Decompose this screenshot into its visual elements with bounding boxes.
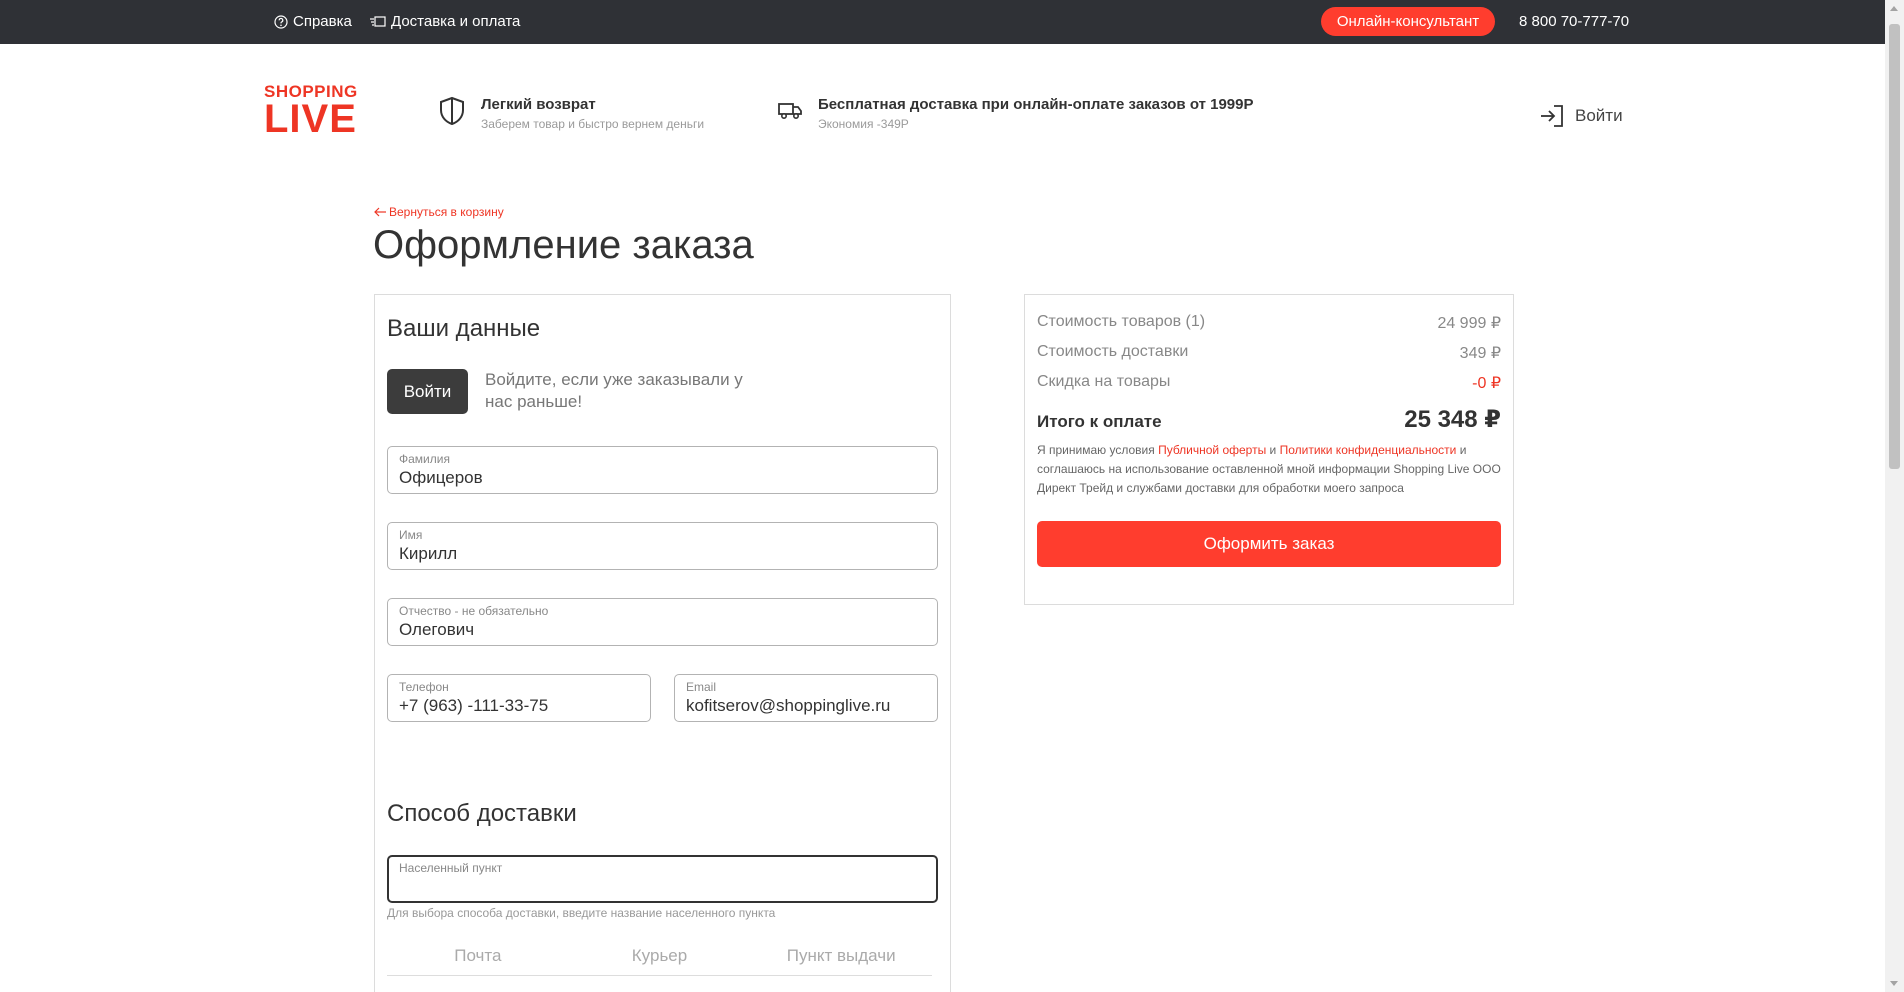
login-hint: Войдите, если уже заказывали у нас раньш…: [485, 370, 743, 411]
terms-text: Я принимаю условия Публичной оферты и По…: [1037, 441, 1503, 498]
logo-text-bottom: LIVE: [264, 97, 357, 141]
help-link[interactable]: Справка: [274, 13, 352, 30]
field-value: Офицеров: [399, 468, 483, 487]
field-label: Населенный пункт: [399, 861, 503, 875]
field-label: Телефон: [399, 680, 449, 694]
city-hint: Для выбора способа доставки, введите наз…: [387, 906, 776, 920]
summary-total: Итого к оплате 25 348 ₽: [1037, 405, 1501, 434]
help-label: Справка: [293, 13, 352, 30]
your-data-title: Ваши данные: [387, 315, 541, 342]
field-value: kofitserov@shoppinglive.ru: [686, 696, 891, 715]
login-button[interactable]: Войти: [387, 369, 468, 414]
delivery-payment-label: Доставка и оплата: [391, 13, 521, 30]
delivery-method-title: Способ доставки: [387, 800, 577, 827]
summary-label: Скидка на товары: [1037, 373, 1171, 390]
email-field[interactable]: Email kofitserov@shoppinglive.ru: [674, 674, 938, 722]
summary-value: 349 ₽: [1459, 345, 1501, 362]
scroll-up-icon[interactable]: [1890, 6, 1898, 11]
shopping-live-logo[interactable]: SHOPPING LIVE: [264, 83, 358, 139]
feature-free-delivery: Бесплатная доставка при онлайн-оплате за…: [778, 96, 1254, 131]
delivery-icon: [370, 15, 386, 28]
public-offer-link[interactable]: Публичной оферты: [1158, 443, 1266, 457]
field-label: Фамилия: [399, 452, 450, 466]
field-label: Email: [686, 680, 717, 694]
tab-pickup-point[interactable]: Пункт выдачи: [750, 946, 932, 975]
terms-part: и: [1266, 443, 1280, 457]
scrollbar[interactable]: [1885, 0, 1904, 992]
feature-subtitle: Экономия -349Р: [818, 117, 909, 131]
feature-subtitle: Заберем товар и быстро вернем деньги: [481, 117, 705, 131]
last-name-field[interactable]: Фамилия Офицеров: [387, 446, 938, 494]
summary-row-discount: Скидка на товары -0 ₽: [1037, 373, 1501, 393]
first-name-field[interactable]: Имя Кирилл: [387, 522, 938, 570]
city-field[interactable]: Населенный пункт: [387, 855, 938, 903]
page-title: Оформление заказа: [373, 223, 754, 267]
tab-post[interactable]: Почта: [387, 946, 569, 975]
summary-row-delivery: Стоимость доставки 349 ₽: [1037, 343, 1501, 363]
field-label: Имя: [399, 528, 423, 542]
privacy-policy-link[interactable]: Политики конфиденциальности: [1280, 443, 1457, 457]
delivery-payment-link[interactable]: Доставка и оплата: [370, 13, 520, 30]
summary-value: -0 ₽: [1472, 375, 1501, 392]
summary-label: Стоимость доставки: [1037, 343, 1189, 360]
feature-title: Легкий возврат: [481, 96, 596, 113]
top-bar: Справка Доставка и оплата Онлайн-консуль…: [0, 0, 1885, 44]
field-value: +7 (963) -111-33-75: [399, 696, 549, 715]
phone-number[interactable]: 8 800 70-777-70: [1519, 13, 1629, 30]
login-arrow-icon: [1539, 104, 1565, 128]
order-summary-panel: Стоимость товаров (1) 24 999 ₽ Стоимость…: [1024, 294, 1514, 605]
field-value: Олегович: [399, 620, 475, 639]
total-label: Итого к оплате: [1037, 412, 1162, 431]
checkout-form-panel: Ваши данные Войти Войдите, если уже зака…: [374, 294, 951, 992]
field-label: Отчество - не обязательно: [399, 604, 549, 618]
online-consultant-button[interactable]: Онлайн-консультант: [1321, 7, 1495, 36]
scrollbar-thumb[interactable]: [1889, 24, 1900, 469]
terms-part: Я принимаю условия: [1037, 443, 1159, 457]
patronymic-field[interactable]: Отчество - не обязательно Олегович: [387, 598, 938, 646]
total-value: 25 348 ₽: [1404, 406, 1501, 433]
arrow-left-icon: [374, 207, 386, 217]
scroll-down-icon[interactable]: [1890, 981, 1898, 986]
back-to-cart-link[interactable]: Вернуться в корзину: [374, 205, 504, 219]
truck-icon: [778, 102, 802, 131]
header-login-label: Войти: [1575, 106, 1623, 125]
place-order-button[interactable]: Оформить заказ: [1037, 521, 1501, 567]
summary-row-goods: Стоимость товаров (1) 24 999 ₽: [1037, 313, 1501, 333]
field-value: Кирилл: [399, 544, 458, 563]
tab-courier[interactable]: Курьер: [569, 946, 751, 975]
back-to-cart-label: Вернуться в корзину: [389, 205, 504, 219]
shield-icon: [439, 96, 465, 131]
phone-field[interactable]: Телефон +7 (963) -111-33-75: [387, 674, 651, 722]
summary-value: 24 999 ₽: [1437, 315, 1501, 332]
summary-label: Стоимость товаров (1): [1037, 313, 1206, 330]
header-login-button[interactable]: Войти: [1539, 104, 1623, 128]
feature-title: Бесплатная доставка при онлайн-оплате за…: [818, 96, 1254, 113]
feature-easy-return: Легкий возврат Заберем товар и быстро ве…: [439, 96, 704, 131]
question-circle-icon: [274, 14, 288, 29]
delivery-tabs: Почта Курьер Пункт выдачи: [387, 946, 932, 976]
